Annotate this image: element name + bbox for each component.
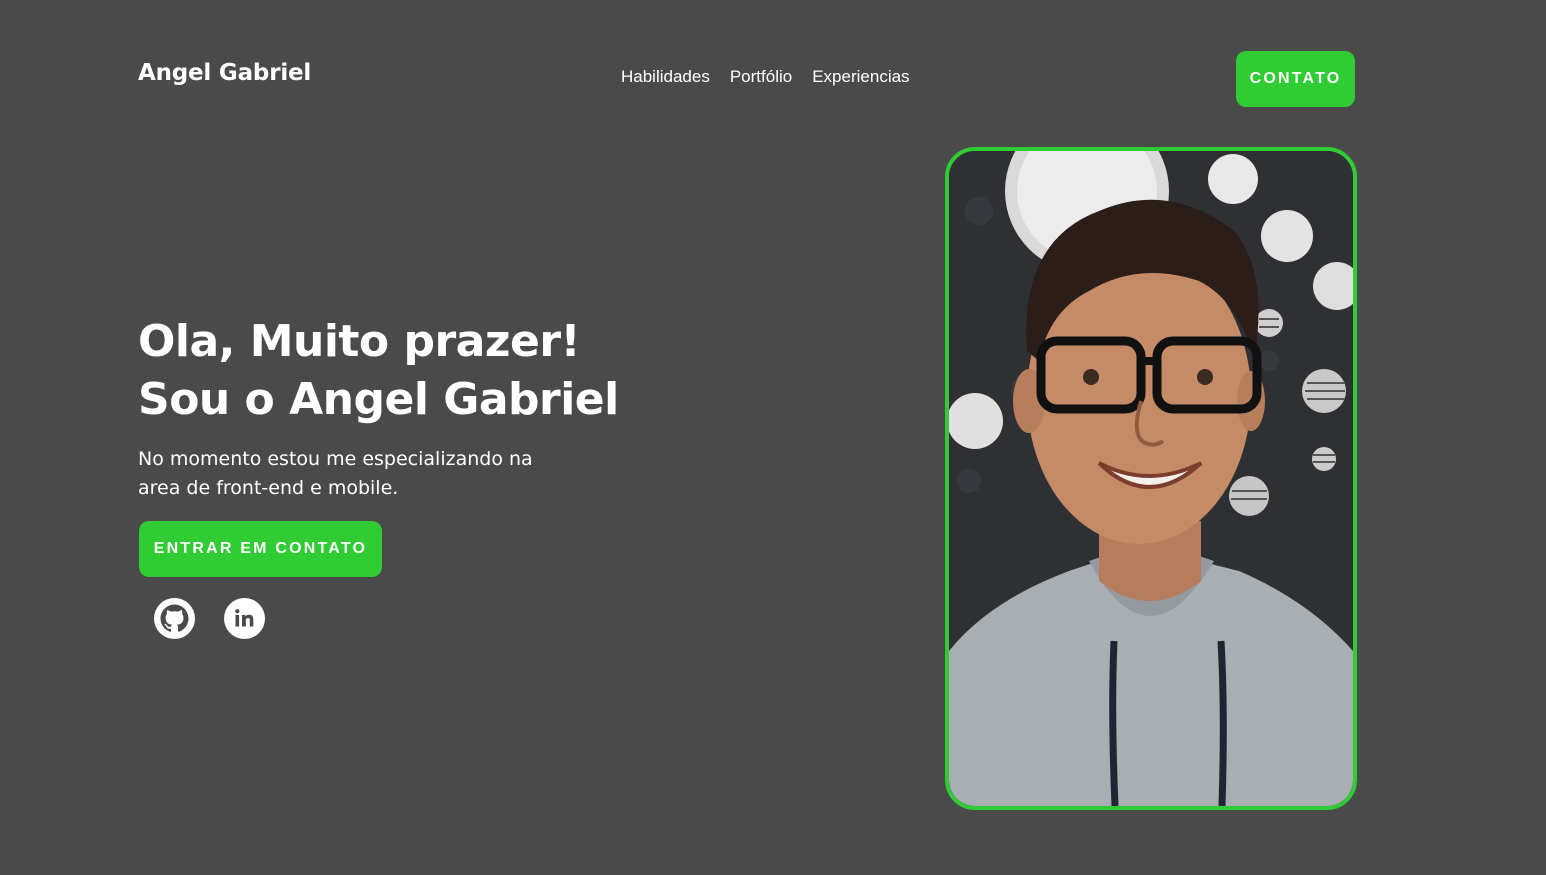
enter-contact-button[interactable]: ENTRAR EM CONTATO	[139, 521, 382, 577]
profile-photo-illustration	[949, 151, 1353, 806]
page: Angel Gabriel Habilidades Portfólio Expe…	[0, 0, 1546, 875]
linkedin-icon	[235, 609, 254, 627]
hero-title-line-2: Sou o Angel Gabriel	[138, 374, 619, 425]
github-link[interactable]	[154, 598, 195, 639]
hero-subtitle-line-2: area de front-end e mobile.	[138, 477, 399, 499]
hero-subtitle-line-1: No momento estou me especializando na	[138, 448, 533, 470]
profile-photo	[945, 147, 1357, 810]
main-nav: Habilidades Portfólio Experiencias	[621, 67, 910, 87]
nav-item-portfolio[interactable]: Portfólio	[730, 67, 792, 87]
linkedin-link[interactable]	[224, 598, 265, 639]
hero-title-line-1: Ola, Muito prazer!	[138, 316, 581, 367]
github-icon	[160, 604, 189, 632]
nav-item-experiencias[interactable]: Experiencias	[812, 67, 909, 87]
nav-item-habilidades[interactable]: Habilidades	[621, 67, 710, 87]
social-links	[154, 598, 265, 639]
hero-title: Ola, Muito prazer! Sou o Angel Gabriel	[138, 313, 619, 429]
contact-button[interactable]: CONTATO	[1236, 51, 1355, 107]
hero-subtitle: No momento estou me especializando na ar…	[138, 445, 558, 503]
brand-logo[interactable]: Angel Gabriel	[138, 60, 311, 86]
